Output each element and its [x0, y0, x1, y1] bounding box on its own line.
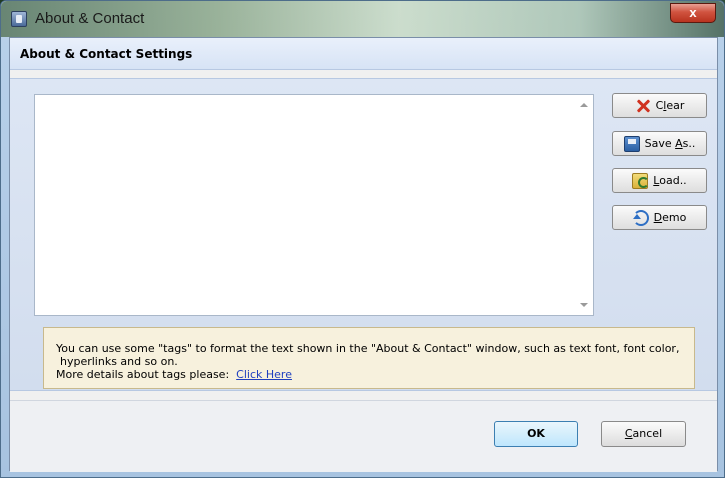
cancel-button[interactable]: Cancel: [601, 421, 686, 447]
undo-arrow-icon: [632, 209, 649, 226]
about-text-editor[interactable]: [34, 94, 594, 316]
clear-button[interactable]: Clear: [612, 93, 707, 118]
hint-details-label: More details about tags please:: [56, 368, 230, 381]
floppy-disk-icon: [623, 135, 640, 152]
app-icon: [11, 11, 27, 27]
window-title: About & Contact: [35, 10, 145, 27]
dialog-button-bar: OK Cancel: [10, 400, 717, 472]
demo-button-label: Demo: [653, 211, 687, 224]
hint-line-2: hyperlinks and so on.: [60, 355, 178, 368]
close-button[interactable]: x: [670, 3, 716, 23]
folder-open-icon: [632, 172, 650, 189]
load-button[interactable]: Load..: [612, 168, 707, 193]
dialog-client-area: About & Contact Settings Clear Save As..: [9, 37, 718, 472]
about-contact-dialog: About & Contact x About & Contact Settin…: [0, 0, 725, 478]
click-here-link[interactable]: Click Here: [236, 368, 292, 381]
scroll-down-arrow-icon[interactable]: [580, 303, 588, 307]
editor-scrollbar[interactable]: [576, 95, 593, 315]
load-button-label: Load..: [653, 174, 687, 187]
hint-line-1: You can use some "tags" to format the te…: [56, 342, 680, 355]
title-bar[interactable]: About & Contact x: [1, 1, 724, 37]
close-icon: x: [689, 5, 697, 20]
red-x-icon: [635, 98, 651, 114]
hint-line-3: More details about tags please: Click He…: [56, 368, 694, 381]
save-as-button[interactable]: Save As..: [612, 131, 707, 156]
page-title: About & Contact Settings: [20, 47, 193, 61]
scroll-up-arrow-icon[interactable]: [580, 103, 588, 107]
clear-button-label: Clear: [655, 99, 685, 112]
save-as-button-label: Save As..: [644, 137, 696, 150]
ok-button[interactable]: OK: [494, 421, 578, 447]
tags-hint-box: You can use some "tags" to format the te…: [43, 327, 695, 389]
demo-button[interactable]: Demo: [612, 205, 707, 230]
settings-header: About & Contact Settings: [10, 38, 717, 70]
